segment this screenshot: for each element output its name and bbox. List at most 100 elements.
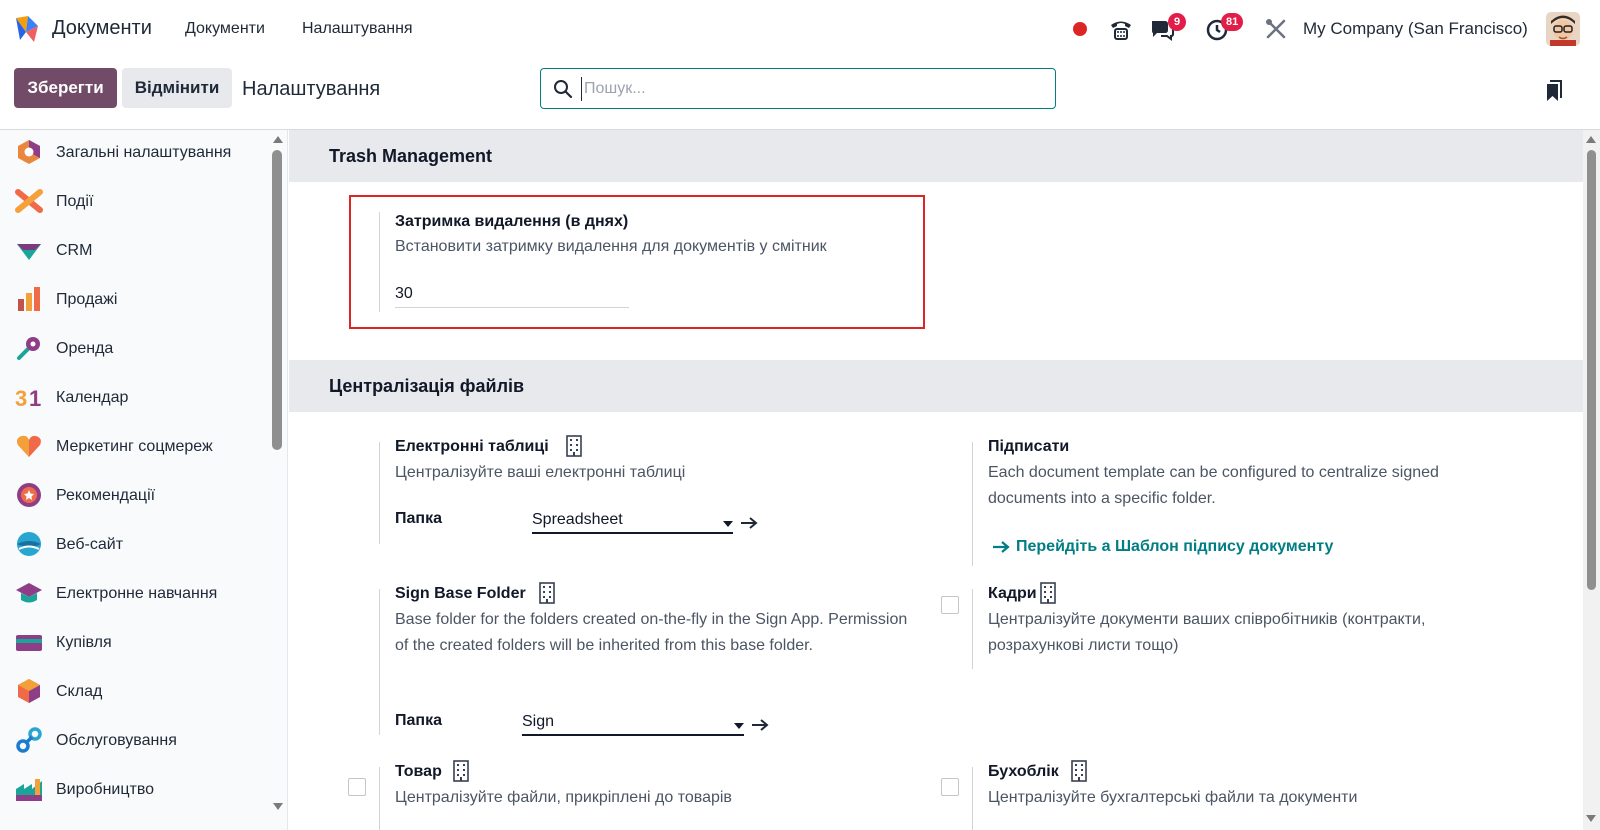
product-desc: Централізуйте файли, прикріплені до това… (395, 789, 732, 806)
sidebar-scroll-down-icon[interactable] (272, 802, 284, 812)
save-button[interactable]: Зберегти (14, 68, 117, 108)
select-underline (532, 532, 733, 534)
sidebar-item-label: Виробництво (56, 781, 155, 798)
deletion-delay-title: Затримка видалення (в днях) (395, 213, 629, 230)
sidebar-scroll-up-icon[interactable] (272, 134, 284, 144)
sign-folder-select[interactable]: Sign (522, 713, 554, 731)
main-scroll-up-icon[interactable] (1585, 134, 1597, 144)
search-bar[interactable] (540, 68, 1056, 109)
chat-badge: 9 (1168, 13, 1186, 31)
hr-desc: Централізуйте документи ваших співробітн… (988, 611, 1426, 654)
sidebar-item-label: Події (56, 193, 94, 210)
company-building-icon (566, 435, 582, 457)
hr-title: Кадри (988, 585, 1037, 602)
sidebar-item-label: Календар (56, 389, 129, 406)
debug-tools-icon[interactable] (1263, 16, 1289, 42)
menu-documents[interactable]: Документи (185, 20, 265, 38)
company-switcher[interactable]: My Company (San Francisco) (1303, 19, 1528, 39)
sign-template-link[interactable]: Перейдіть а Шаблон підпису документу (1016, 538, 1333, 556)
sidebar-item-social-marketing[interactable]: Меркетинг соцмереж (0, 425, 270, 469)
sidebar-item-crm[interactable]: CRM (0, 229, 270, 273)
sidebar-item-referrals[interactable]: Рекомендації (0, 474, 270, 518)
maintenance-icon (16, 727, 42, 753)
sidebar-item-inventory[interactable]: Склад (0, 670, 270, 714)
sales-icon (18, 287, 40, 311)
sidebar-item-maintenance[interactable]: Обслуговування (0, 719, 270, 763)
menu-settings[interactable]: Налаштування (302, 20, 413, 38)
sidebar-item-events[interactable]: Події (0, 180, 270, 224)
company-building-icon (1040, 582, 1056, 604)
setting-bar (972, 589, 973, 669)
hr-checkbox[interactable] (941, 596, 959, 614)
sidebar-item-sales[interactable]: Продажі (0, 278, 270, 322)
sidebar-item-calendar[interactable]: 3 1 Календар (0, 376, 270, 420)
product-title: Товар (395, 763, 442, 780)
settings-sidebar: Загальні налаштування Події CRM Продажі … (0, 130, 288, 830)
folder-label: Папка (395, 510, 442, 527)
chevron-down-icon[interactable] (723, 521, 733, 527)
setting-bar (379, 767, 380, 830)
settings-hexagon-icon (18, 140, 40, 164)
purchase-icon (16, 635, 42, 651)
deletion-delay-desc: Встановити затримку видалення для докуме… (395, 238, 827, 255)
main-scroll-down-icon[interactable] (1585, 814, 1597, 824)
spreadsheets-desc: Централізуйте ваші електронні таблиці (395, 464, 686, 481)
svg-text:1: 1 (29, 386, 41, 411)
sidebar-item-purchase[interactable]: Купівля (0, 621, 270, 665)
sign-title: Підписати (988, 438, 1070, 455)
phone-icon[interactable] (1108, 16, 1134, 42)
section-header-centralization: Централізація файлів (289, 360, 1583, 412)
select-underline (522, 734, 744, 736)
sidebar-item-label: Склад (56, 683, 103, 700)
folder-label: Папка (395, 712, 442, 729)
sidebar-item-manufacturing[interactable]: Виробництво (0, 768, 270, 812)
sidebar-item-rental[interactable]: Оренда (0, 327, 270, 371)
section-title: Централізація файлів (329, 376, 525, 396)
sidebar-item-elearning[interactable]: Електронне навчання (0, 572, 270, 616)
sign-desc: Each document template can be configured… (988, 464, 1439, 507)
setting-bar (379, 212, 380, 312)
setting-bar (379, 589, 380, 735)
accounting-checkbox[interactable] (941, 778, 959, 796)
recording-dot-icon[interactable] (1073, 22, 1087, 36)
spreadsheet-folder-select[interactable]: Spreadsheet (532, 511, 623, 529)
setting-bar (379, 442, 380, 544)
main-scrollbar-thumb[interactable] (1587, 150, 1596, 590)
setting-bar (972, 442, 973, 566)
sign-base-folder-title: Sign Base Folder (395, 585, 526, 602)
manufacturing-icon (16, 779, 42, 801)
sign-base-folder-desc: Base folder for the folders created on-t… (395, 611, 908, 654)
chevron-down-icon[interactable] (734, 723, 744, 729)
documents-app-logo-icon[interactable] (12, 14, 42, 44)
sidebar-item-label: Купівля (56, 634, 112, 651)
sidebar-scrollbar[interactable] (272, 150, 282, 450)
arrow-right-icon (993, 541, 1010, 553)
sidebar-item-label: Рекомендації (56, 487, 156, 504)
app-name[interactable]: Документи (52, 17, 152, 40)
sidebar-item-label: Меркетинг соцмереж (56, 438, 213, 455)
deletion-delay-input[interactable]: 30 (395, 285, 413, 303)
product-checkbox[interactable] (348, 778, 366, 796)
sidebar-item-label: CRM (56, 242, 93, 259)
cancel-button[interactable]: Відмінити (122, 68, 232, 108)
inventory-icon (18, 679, 40, 703)
arrow-right-icon[interactable] (740, 516, 758, 530)
sidebar-item-label: Веб-сайт (56, 536, 124, 553)
setting-bar (972, 767, 973, 830)
referrals-icon (17, 483, 41, 507)
sidebar-item-general-settings[interactable]: Загальні налаштування (0, 131, 270, 175)
spreadsheets-title: Електронні таблиці (395, 438, 549, 455)
sidebar-item-label: Оренда (56, 340, 114, 357)
social-marketing-icon (17, 435, 41, 457)
accounting-title: Бухоблік (988, 763, 1059, 780)
svg-text:3: 3 (15, 386, 27, 411)
elearning-icon (16, 583, 42, 603)
top-navbar: Документи Документи Налаштування 9 81 My… (0, 0, 1600, 58)
sidebar-item-website[interactable]: Веб-сайт (0, 523, 270, 567)
user-avatar[interactable] (1546, 12, 1580, 46)
bookmark-icon[interactable] (1545, 80, 1563, 102)
arrow-right-icon[interactable] (751, 718, 769, 732)
company-building-icon (1071, 760, 1087, 782)
page-title: Налаштування (242, 78, 381, 100)
search-input[interactable] (581, 77, 1041, 101)
